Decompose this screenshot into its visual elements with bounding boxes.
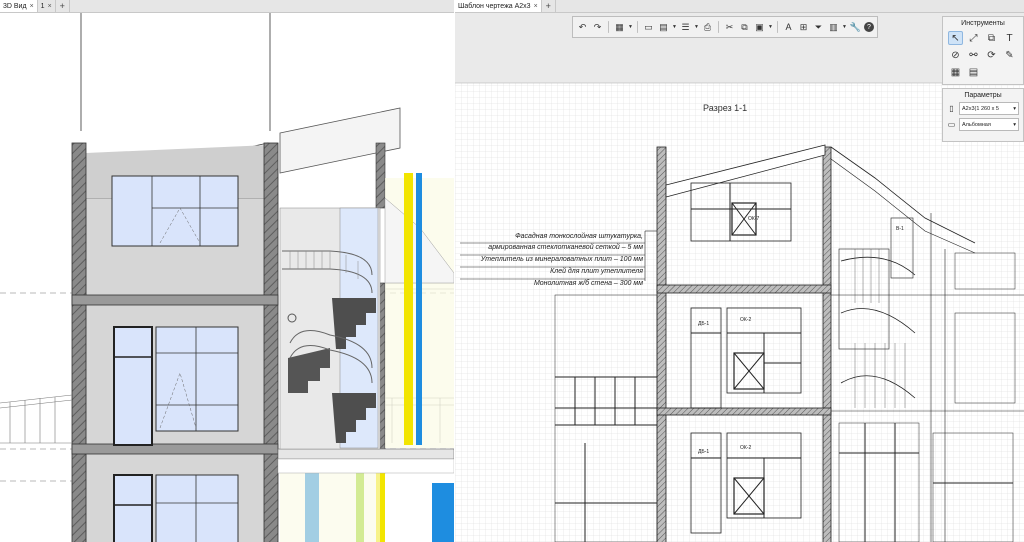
table-tool-icon[interactable]: ▤ xyxy=(966,65,981,79)
toolbar-separator xyxy=(608,21,609,33)
tab-drawing-template-label: Шаблон чертежа А2х3 xyxy=(458,2,531,10)
cursor-tool-icon[interactable]: ↖ xyxy=(948,31,963,45)
chevron-down-icon[interactable]: ▼ xyxy=(672,21,677,34)
link-tool-icon[interactable]: ⚯ xyxy=(966,48,981,62)
text-tool-icon[interactable]: T xyxy=(1002,31,1017,45)
tab-drawing-template[interactable]: Шаблон чертежа А2х3 × xyxy=(455,0,542,12)
paste-icon[interactable]: ▣ xyxy=(753,21,766,34)
toolbar-separator xyxy=(718,21,719,33)
tab-1-label: 1 xyxy=(40,2,45,10)
3d-building-section xyxy=(0,13,454,542)
tab-3d-view[interactable]: 3D Вид × xyxy=(0,0,38,12)
add-tab-button[interactable]: + xyxy=(542,0,556,12)
layers-icon[interactable]: ▦ xyxy=(613,21,626,34)
parameters-title: Параметры xyxy=(964,92,1002,99)
properties-icon[interactable]: ☰ xyxy=(679,21,692,34)
detail-tool-icon[interactable]: ⊘ xyxy=(948,48,963,62)
format-select[interactable]: А2х3(1 260 x 5 ▾ xyxy=(959,102,1019,115)
left-tab-bar: 3D Вид × 1 × + xyxy=(0,0,454,13)
sheet-format-icon: ▯ xyxy=(949,104,954,113)
parameters-panel: Параметры ▯ А2х3(1 260 x 5 ▾ ▭ Альбомная… xyxy=(942,88,1024,142)
instruments-panel: Инструменты ↖ ⤢ ⧉ T ⊘ ⚯ ⟳ ✎ ▦ ▤ xyxy=(942,16,1024,85)
rotate-tool-icon[interactable]: ⟳ xyxy=(984,48,999,62)
text-style-icon[interactable]: A xyxy=(782,21,795,34)
tag-db1-mid: ДБ-1 xyxy=(698,321,709,327)
chevron-down-icon[interactable]: ▼ xyxy=(842,21,847,34)
chevron-down-icon[interactable]: ▼ xyxy=(694,21,699,34)
redo-icon[interactable]: ↷ xyxy=(591,21,604,34)
3d-view-pane[interactable] xyxy=(0,13,454,542)
section-title: Разрез 1-1 xyxy=(703,103,747,113)
view-tool-icon[interactable]: ⧉ xyxy=(984,31,999,45)
callout-line-5: Монолитная ж/б стена – 300 мм xyxy=(534,279,643,287)
dimension-tool-icon[interactable]: ⤢ xyxy=(966,31,981,45)
sheet-canvas: Разрез 1-1 ОК-7 ДБ-1 ОК-2 ДБ-1 ОК-2 В-1 … xyxy=(455,13,1024,542)
copy-icon[interactable]: ⧉ xyxy=(738,21,751,34)
print-icon[interactable]: ⎙ xyxy=(701,21,714,34)
right-tab-bar: Шаблон чертежа А2х3 × + xyxy=(455,0,1024,13)
chevron-down-icon: ▾ xyxy=(1013,121,1016,128)
grid-tool-icon[interactable]: ▦ xyxy=(948,65,963,79)
drawing-sheet-pane[interactable]: Разрез 1-1 ОК-7 ДБ-1 ОК-2 ДБ-1 ОК-2 В-1 … xyxy=(455,13,1024,542)
callout-line-1: Фасадная тонкослойная штукатурка, xyxy=(515,232,643,240)
format-row: ▯ А2х3(1 260 x 5 ▾ xyxy=(947,102,1019,115)
callout-line-3: Утеплитель из минераловатных плит – 100 … xyxy=(480,256,643,263)
sheet-icon[interactable]: ▤ xyxy=(657,21,670,34)
print-preview-icon[interactable]: ▭ xyxy=(642,21,655,34)
main-toolbar: ↶ ↷ ▦ ▼ ▭ ▤ ▼ ☰ ▼ ⎙ ✂ ⧉ ▣ ▼ A ⊞ ⏷ ▥ ▼ 🔧 … xyxy=(572,16,878,38)
chevron-down-icon: ▾ xyxy=(1013,105,1016,112)
callout-line-2: армированная стеклотканевой сеткой – 5 м… xyxy=(488,243,643,251)
tab-1[interactable]: 1 × xyxy=(38,0,56,12)
orientation-value: Альбомная xyxy=(962,121,991,128)
format-value: А2х3(1 260 x 5 xyxy=(962,105,999,112)
filter-icon[interactable]: ⏷ xyxy=(812,21,825,34)
close-icon[interactable]: × xyxy=(48,3,52,10)
toolbar-separator xyxy=(777,21,778,33)
undo-icon[interactable]: ↶ xyxy=(576,21,589,34)
callout-line-4: Клей для плит утеплителя xyxy=(550,267,643,275)
chevron-down-icon[interactable]: ▼ xyxy=(628,21,633,34)
close-icon[interactable]: × xyxy=(534,3,538,10)
tag-ok2-mid: ОК-2 xyxy=(740,317,751,323)
orientation-icon: ▭ xyxy=(947,120,956,129)
add-tab-button[interactable]: + xyxy=(56,0,70,12)
orientation-select[interactable]: Альбомная ▾ xyxy=(959,118,1019,131)
instruments-grid: ↖ ⤢ ⧉ T ⊘ ⚯ ⟳ ✎ ▦ ▤ xyxy=(943,27,1023,83)
tag-db1-low: ДБ-1 xyxy=(698,449,709,455)
cut-icon[interactable]: ✂ xyxy=(723,21,736,34)
instruments-title: Инструменты xyxy=(961,20,1005,27)
help-icon[interactable]: ? xyxy=(864,22,874,32)
toolbar-separator xyxy=(637,21,638,33)
tag-ok7: ОК-7 xyxy=(748,216,759,222)
tab-3d-view-label: 3D Вид xyxy=(3,2,27,10)
note-tool-icon[interactable]: ✎ xyxy=(1002,48,1017,62)
tag-icon[interactable]: ⊞ xyxy=(797,21,810,34)
tag-b1: В-1 xyxy=(896,226,904,232)
table-icon[interactable]: ▥ xyxy=(827,21,840,34)
chevron-down-icon[interactable]: ▼ xyxy=(768,21,773,34)
close-icon[interactable]: × xyxy=(30,3,34,10)
orientation-row: ▭ Альбомная ▾ xyxy=(947,118,1019,131)
wrench-icon[interactable]: 🔧 xyxy=(849,21,862,34)
tag-ok2-low: ОК-2 xyxy=(740,445,751,451)
